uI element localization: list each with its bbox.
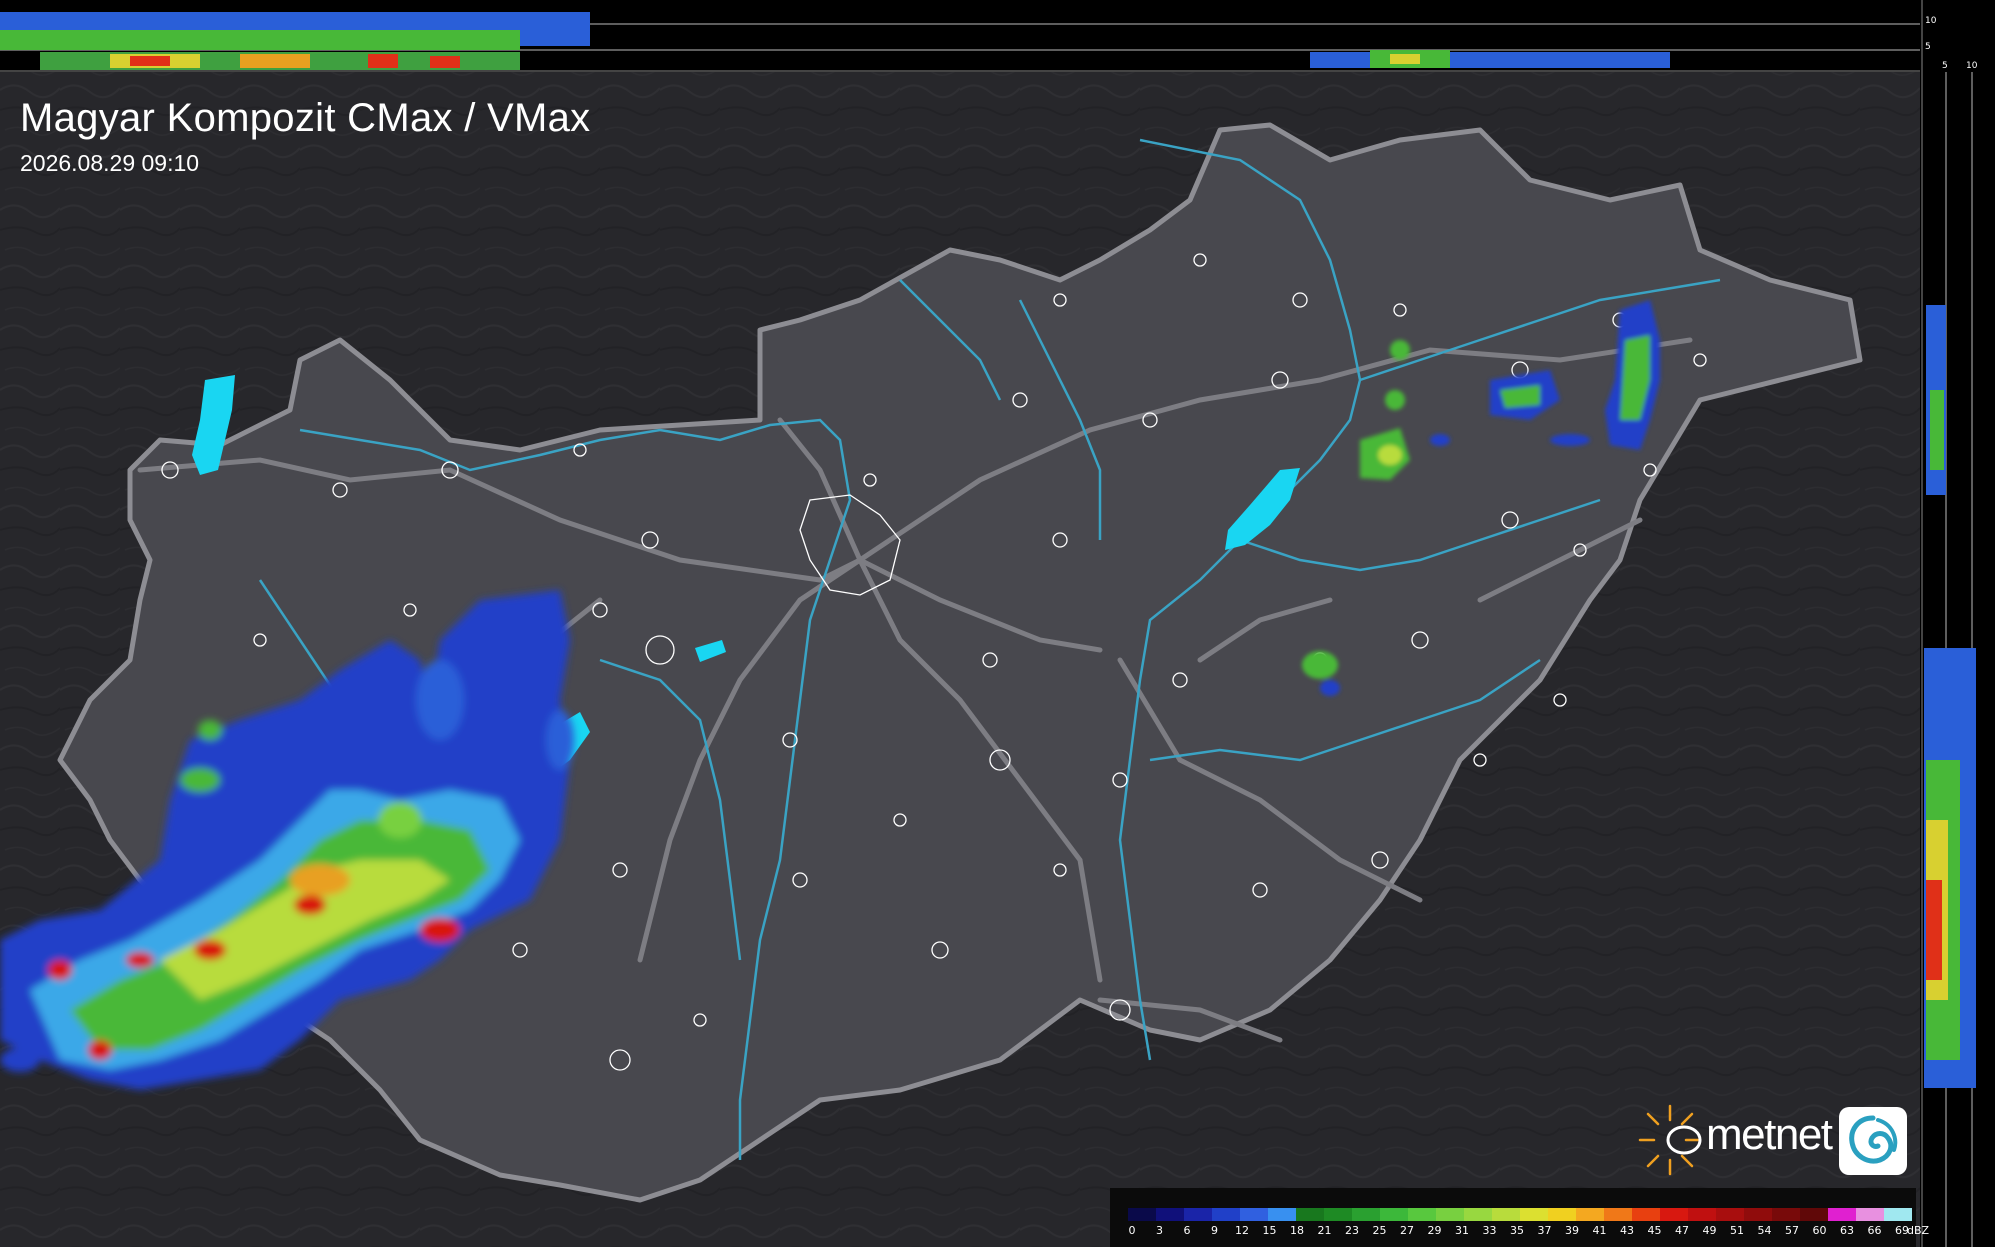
- legend-swatch: [1716, 1208, 1744, 1221]
- legend-swatch: [1520, 1208, 1548, 1221]
- legend-label: 15: [1262, 1224, 1277, 1237]
- legend-label: 27: [1400, 1224, 1414, 1237]
- legend-label: 23: [1345, 1224, 1359, 1237]
- legend-swatch: [1800, 1208, 1828, 1221]
- legend-swatch: [1632, 1208, 1660, 1221]
- legend-label: 60: [1812, 1224, 1827, 1237]
- legend-label: 54: [1757, 1224, 1772, 1237]
- legend-swatch: [1436, 1208, 1464, 1221]
- metnet-logo-text: metnet: [1706, 1110, 1833, 1159]
- legend-swatch: [1408, 1208, 1436, 1221]
- metnet-logo: metnet: [1636, 1102, 1908, 1178]
- legend-swatch: [1828, 1208, 1856, 1221]
- legend-swatch: [1688, 1208, 1716, 1221]
- legend-swatch: [1156, 1208, 1184, 1221]
- legend-label: 12: [1235, 1224, 1249, 1237]
- legend-swatch: [1772, 1208, 1800, 1221]
- side-profile-panel: [1920, 0, 1995, 1247]
- radar-map-view: Magyar Kompozit CMax / VMax 2026.08.29 0…: [0, 0, 1995, 1247]
- dbz-color-legend: 0 3 6 9 12 15 18 21 23 25 27 29 31 33 35 37 39 41 43 45 47 49…: [1110, 1188, 1930, 1247]
- legend-swatch: [1380, 1208, 1408, 1221]
- legend-label: 45: [1647, 1224, 1662, 1237]
- legend-label: 41: [1592, 1224, 1607, 1237]
- legend-swatch: [1660, 1208, 1688, 1221]
- legend-label: 49: [1702, 1224, 1717, 1237]
- legend-label: 3: [1156, 1224, 1163, 1237]
- legend-swatch: [1296, 1208, 1324, 1221]
- legend-label: 9: [1211, 1224, 1218, 1237]
- legend-color-bar: [1128, 1208, 1912, 1221]
- legend-label: 37: [1537, 1224, 1552, 1237]
- legend-swatch: [1352, 1208, 1380, 1221]
- top-profile-scale-5: 5: [1925, 42, 1931, 52]
- legend-swatch: [1492, 1208, 1520, 1221]
- sun-rays-icon: [1638, 1104, 1702, 1176]
- map-timestamp: 2026.08.29 09:10: [20, 150, 200, 176]
- legend-label: 25: [1372, 1224, 1387, 1237]
- side-profile-scale-10: 10: [1966, 61, 1978, 71]
- side-profile-scale-5: 5: [1942, 61, 1948, 71]
- legend-label: 21: [1317, 1224, 1332, 1237]
- legend-label: 6: [1183, 1224, 1191, 1237]
- legend-swatch: [1856, 1208, 1884, 1221]
- legend-swatch: [1576, 1208, 1604, 1221]
- legend-label: 0: [1128, 1224, 1136, 1237]
- legend-label: 57: [1785, 1224, 1799, 1237]
- legend-swatch: [1744, 1208, 1772, 1221]
- legend-swatch: [1604, 1208, 1632, 1221]
- legend-swatch: [1548, 1208, 1576, 1221]
- top-profile-panel: [0, 0, 1995, 72]
- map-title: Magyar Kompozit CMax / VMax: [20, 96, 591, 140]
- legend-label: 18: [1290, 1224, 1304, 1237]
- legend-unit: dBZ: [1906, 1224, 1930, 1237]
- legend-labels: 0 3 6 9 12 15 18 21 23 25 27 29 31 33 35 37 39 41 43 45 47 49…: [1128, 1224, 1930, 1240]
- legend-swatch: [1268, 1208, 1296, 1221]
- legend-swatch: [1464, 1208, 1492, 1221]
- legend-label: 39: [1565, 1224, 1579, 1237]
- legend-label: 43: [1620, 1224, 1634, 1237]
- legend-label: 29: [1427, 1224, 1442, 1237]
- legend-label: 35: [1510, 1224, 1524, 1237]
- top-profile-scale-10: 10: [1925, 16, 1937, 26]
- legend-swatch: [1128, 1208, 1156, 1221]
- legend-label: 63: [1840, 1224, 1854, 1237]
- legend-swatch: [1240, 1208, 1268, 1221]
- legend-label: 66: [1867, 1224, 1882, 1237]
- legend-label: 31: [1455, 1224, 1469, 1237]
- legend-swatch: [1184, 1208, 1212, 1221]
- metnet-swirl-icon: [1839, 1107, 1907, 1175]
- legend-label: 33: [1482, 1224, 1497, 1237]
- legend-swatch: [1324, 1208, 1352, 1221]
- legend-label: 47: [1675, 1224, 1689, 1237]
- radar-map: [0, 0, 1995, 1247]
- legend-swatch: [1884, 1208, 1912, 1221]
- legend-swatch: [1212, 1208, 1240, 1221]
- legend-label: 51: [1730, 1224, 1744, 1237]
